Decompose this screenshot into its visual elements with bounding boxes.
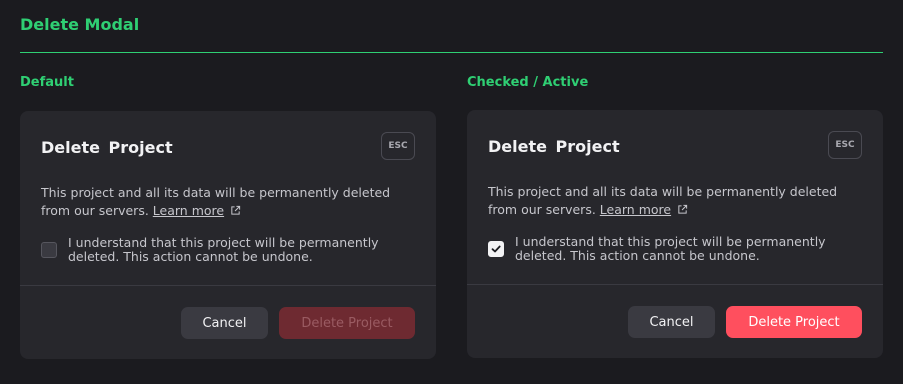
modal-description: This project and all its data will be pe… xyxy=(488,183,868,220)
checkmark-icon xyxy=(491,244,501,254)
cancel-button[interactable]: Cancel xyxy=(628,306,715,338)
section-title: Delete Modal xyxy=(20,15,140,34)
external-link-icon xyxy=(677,202,688,220)
delete-project-button[interactable]: Delete Project xyxy=(279,307,415,339)
delete-project-button[interactable]: Delete Project xyxy=(726,306,862,338)
esc-close-button[interactable]: ESC xyxy=(828,131,862,159)
confirm-checkbox[interactable] xyxy=(488,241,504,257)
footer-divider xyxy=(20,285,436,286)
modal-title: Delete Project xyxy=(41,138,173,157)
variant-label-default: Default xyxy=(20,75,74,90)
learn-more-link[interactable]: Learn more xyxy=(600,202,671,217)
confirm-checkbox-label[interactable]: I understand that this project will be p… xyxy=(68,236,408,264)
esc-close-button[interactable]: ESC xyxy=(381,132,415,160)
external-link-icon xyxy=(230,203,241,221)
modal-description: This project and all its data will be pe… xyxy=(41,184,421,221)
variant-label-checked: Checked / Active xyxy=(467,75,589,90)
delete-modal-checked: Delete Project ESC This project and all … xyxy=(467,110,883,358)
confirm-checkbox-label[interactable]: I understand that this project will be p… xyxy=(515,235,855,263)
delete-modal-default: Delete Project ESC This project and all … xyxy=(20,111,436,359)
cancel-button[interactable]: Cancel xyxy=(181,307,268,339)
confirm-checkbox[interactable] xyxy=(41,242,57,258)
learn-more-link[interactable]: Learn more xyxy=(153,203,224,218)
section-divider xyxy=(20,52,883,53)
footer-divider xyxy=(467,284,883,285)
modal-title: Delete Project xyxy=(488,137,620,156)
